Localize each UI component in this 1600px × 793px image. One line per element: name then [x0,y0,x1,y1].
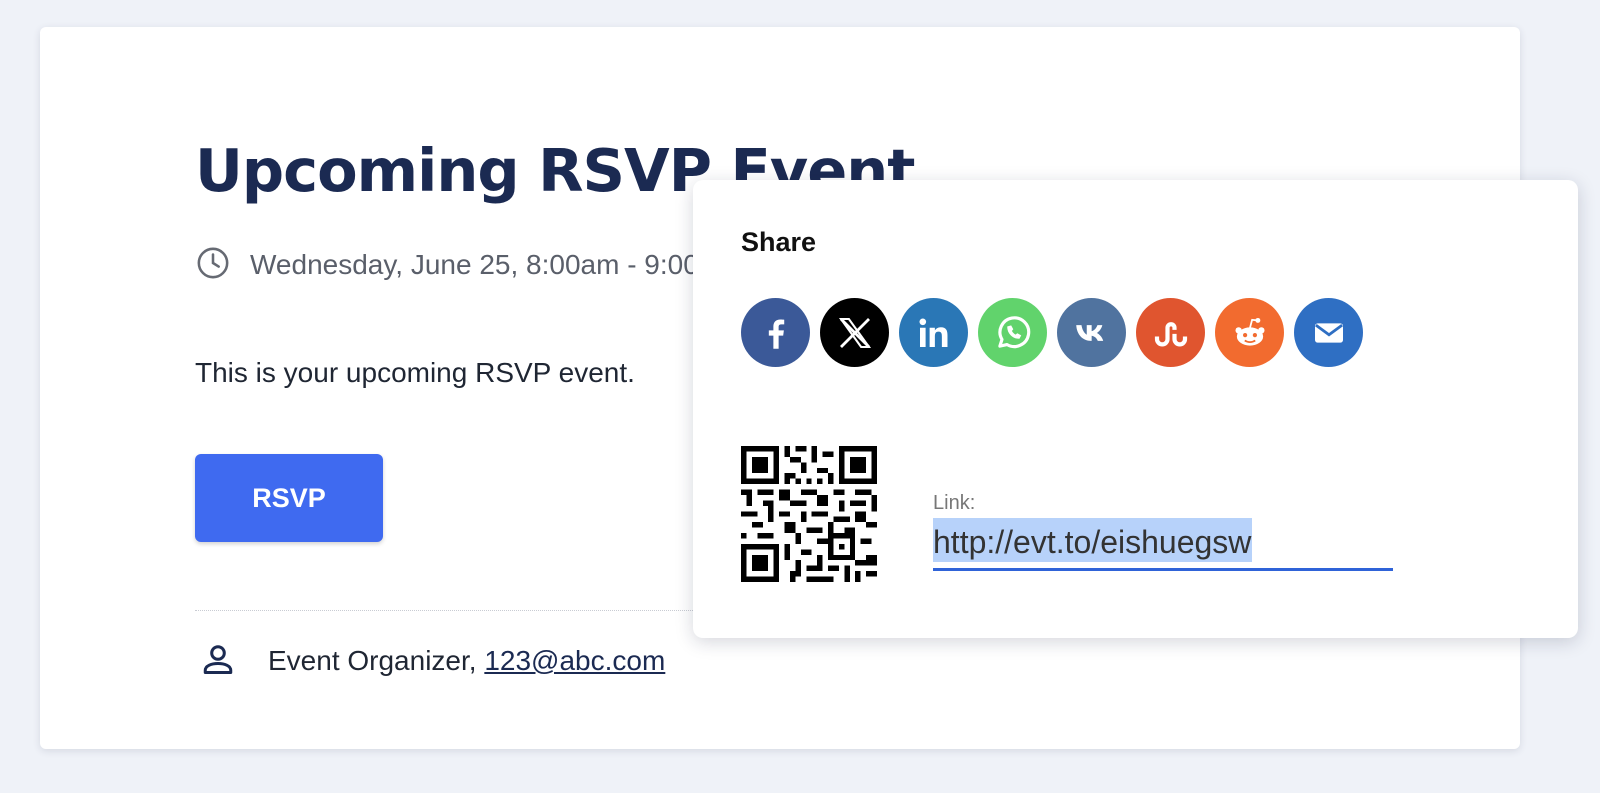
clock-icon [196,246,230,285]
share-title: Share [741,227,817,257]
vk-icon[interactable] [1057,298,1126,367]
event-description: This is your upcoming RSVP event. [195,357,635,388]
event-date: Wednesday, June 25, 8:00am - 9:00am [250,249,738,280]
rsvp-button[interactable]: RSVP [195,454,383,542]
event-date-row: Wednesday, June 25, 8:00am - 9:00am [196,245,738,285]
qr-code [741,446,877,582]
share-icons [741,298,1363,367]
organizer-email-link[interactable]: 123@abc.com [484,645,665,676]
share-popup: Share Link: http://evt.to/eishuegsw [693,180,1578,638]
linkedin-icon[interactable] [899,298,968,367]
email-icon[interactable] [1294,298,1363,367]
link-label: Link: [933,492,976,514]
organizer-info: Event Organizer, 123@abc.com [268,645,665,677]
x-icon[interactable] [820,298,889,367]
whatsapp-icon[interactable] [978,298,1047,367]
facebook-icon[interactable] [741,298,810,367]
stumbleupon-icon[interactable] [1136,298,1205,367]
reddit-icon[interactable] [1215,298,1284,367]
person-icon [200,641,236,682]
share-link-input[interactable] [933,520,1393,571]
organizer-name: Event Organizer, [268,645,477,676]
divider [195,610,755,611]
organizer-row: Event Organizer, 123@abc.com [200,641,665,681]
